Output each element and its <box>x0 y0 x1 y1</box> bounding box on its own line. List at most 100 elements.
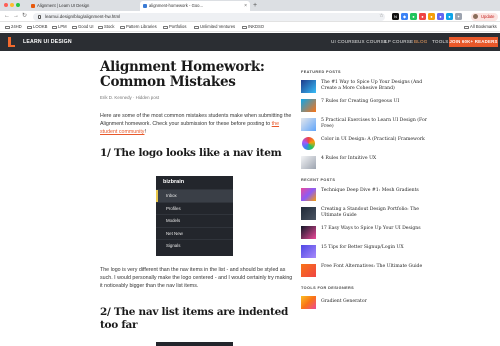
bookmark-item[interactable]: Stock <box>98 22 114 32</box>
bookmark-label: Portfolios <box>169 24 187 29</box>
folder-icon <box>464 25 469 29</box>
intro-paragraph: Here are some of the most common mistake… <box>100 112 296 137</box>
bookmark-label: Unlimited Ventures <box>200 24 236 29</box>
bookmark-item[interactable]: LOOKB <box>27 22 47 32</box>
featured-post[interactable]: 5 Practical Exercises to Learn UI Design… <box>301 116 497 135</box>
folder-icon <box>194 25 199 29</box>
post-title: 15 Tips for Better Signup/Login UX <box>321 245 404 250</box>
mockup-nav-item: Profiles <box>156 201 233 215</box>
lock-icon <box>38 14 41 19</box>
url-text: learnui.design/blog/alignment-hw.html <box>45 13 121 19</box>
tab-label: Alignment | Learn UI Design <box>37 3 90 8</box>
bookmark-label: Stock <box>104 24 115 29</box>
post-title: 7 Rules for Creating Gorgeous UI <box>321 99 400 104</box>
post-title: Creating a Standout Design Portfolio: Th… <box>321 207 419 218</box>
bookmark-label: INKDSO <box>248 24 265 29</box>
bookmark-label: LPM <box>58 24 67 29</box>
extension-icon[interactable]: ● <box>428 13 435 20</box>
post-thumbnail <box>301 188 316 201</box>
bookmarks-bar: 24HD LOOKB LPM Good UI Stock Pattern Lib… <box>0 22 500 32</box>
bookmark-item[interactable]: LPM <box>52 22 67 32</box>
mockup-image-partial <box>156 342 233 346</box>
extension-icon[interactable]: ◆ <box>401 13 408 20</box>
post-title: 5 Practical Exercises to Learn UI Design… <box>321 118 427 129</box>
featured-post[interactable]: 4 Rules for Intuitive UX <box>301 154 497 173</box>
extension-icon[interactable]: N <box>392 13 399 20</box>
mockup-nav-item: Inbox <box>156 189 233 202</box>
featured-post[interactable]: Color in UI Design: A (Practical) Framew… <box>301 135 497 154</box>
post-thumbnail <box>301 207 316 220</box>
sidebar: FEATURED POSTS The #1 Way to Spice Up Yo… <box>301 70 497 313</box>
close-window-button[interactable] <box>4 3 8 7</box>
post-title: 17 Easy Ways to Spice Up Your UI Designs <box>321 226 421 231</box>
featured-posts-heading: FEATURED POSTS <box>301 70 341 74</box>
post-thumbnail <box>301 226 316 239</box>
update-button[interactable]: Update <box>471 12 498 21</box>
section-heading: 2/ The nav list items are indented too f… <box>100 306 288 331</box>
folder-icon <box>72 25 77 29</box>
extension-icon[interactable]: ● <box>410 13 417 20</box>
nav-ui-course[interactable]: UI COURSE <box>331 33 358 51</box>
featured-post[interactable]: The #1 Way to Spice Up Your Designs (And… <box>301 78 497 97</box>
forward-icon[interactable]: → <box>13 12 19 21</box>
folder-icon <box>98 25 103 29</box>
all-bookmarks[interactable]: All Bookmarks <box>464 22 497 32</box>
folder-icon <box>120 25 125 29</box>
minimize-window-button[interactable] <box>10 3 14 7</box>
bookmark-label: LOOKB <box>33 24 48 29</box>
post-thumbnail <box>301 296 316 309</box>
bookmark-item[interactable]: INKDSO <box>242 22 264 32</box>
reload-icon[interactable]: ↻ <box>22 12 27 21</box>
browser-tab-strip: Alignment | Learn UI Design alignment-ho… <box>0 0 500 11</box>
intro-text: Here are some of the most common mistake… <box>100 113 292 128</box>
recent-post[interactable]: Free Font Alternatives: The Ultimate Gui… <box>301 262 497 281</box>
maximize-window-button[interactable] <box>16 3 20 7</box>
bookmark-label: Pattern Libraries <box>126 24 157 29</box>
close-tab-icon[interactable]: × <box>244 1 247 11</box>
tab-label: alignment-homework - Goo... <box>149 3 203 8</box>
bookmark-item[interactable]: Unlimited Ventures <box>194 22 235 32</box>
puzzle-icon[interactable]: ✦ <box>455 13 462 20</box>
nav-lp-course[interactable]: LP COURSE <box>385 33 413 51</box>
bookmark-item[interactable]: Good UI <box>72 22 94 32</box>
post-title: 4 Rules for Intuitive UX <box>321 156 377 161</box>
extension-icon[interactable]: ● <box>419 13 426 20</box>
site-header: LEARN UI DESIGN UI COURSE UX COURSE LP C… <box>0 33 500 51</box>
browser-tab-active[interactable]: alignment-homework - Goo... × <box>140 1 250 11</box>
avatar <box>473 14 478 19</box>
folder-icon <box>5 25 10 29</box>
tools-heading: TOOLS FOR DESIGNERS <box>301 286 355 290</box>
new-tab-icon[interactable]: + <box>253 1 257 10</box>
nav-ux-course[interactable]: UX COURSE <box>358 33 387 51</box>
url-field[interactable]: learnui.design/blog/alignment-hw.html <box>33 12 385 21</box>
featured-post[interactable]: 7 Rules for Creating Gorgeous UI <box>301 97 497 116</box>
bookmark-item[interactable]: 24HD <box>5 22 22 32</box>
browser-tab[interactable]: Alignment | Learn UI Design <box>28 1 116 11</box>
post-thumbnail <box>301 156 316 169</box>
extension-icon[interactable]: ● <box>446 13 453 20</box>
nav-tools[interactable]: TOOLS <box>432 33 449 51</box>
site-logo-icon[interactable] <box>7 37 16 47</box>
recent-post[interactable]: Technique Deep Dive #1: Mesh Gradients <box>301 186 497 205</box>
paragraph: The logo is very different than the nav … <box>100 267 293 290</box>
join-readers-button[interactable]: JOIN 60K+ READERS <box>449 37 498 47</box>
tool-item[interactable]: Gradient Generator <box>301 294 497 313</box>
bookmark-star-icon[interactable]: ☆ <box>378 13 385 20</box>
address-bar-row: ← → ↻ learnui.design/blog/alignment-hw.h… <box>0 11 500 22</box>
folder-icon <box>27 25 32 29</box>
post-title: Color in UI Design: A (Practical) Framew… <box>321 137 425 142</box>
bookmark-item[interactable]: Pattern Libraries <box>120 22 157 32</box>
update-label: Update <box>481 13 495 19</box>
recent-posts-heading: RECENT POSTS <box>301 178 336 182</box>
back-icon[interactable]: ← <box>4 12 10 21</box>
recent-post[interactable]: 15 Tips for Better Signup/Login UX <box>301 243 497 262</box>
post-thumbnail <box>301 80 316 93</box>
recent-post[interactable]: Creating a Standout Design Portfolio: Th… <box>301 205 497 224</box>
recent-post[interactable]: 17 Easy Ways to Spice Up Your UI Designs <box>301 224 497 243</box>
site-favicon-icon <box>31 4 35 8</box>
intro-end: ! <box>144 129 146 136</box>
bookmark-item[interactable]: Portfolios <box>163 22 186 32</box>
site-brand[interactable]: LEARN UI DESIGN <box>23 33 72 51</box>
extension-icon[interactable]: ● <box>437 13 444 20</box>
nav-blog[interactable]: BLOG <box>414 33 428 51</box>
